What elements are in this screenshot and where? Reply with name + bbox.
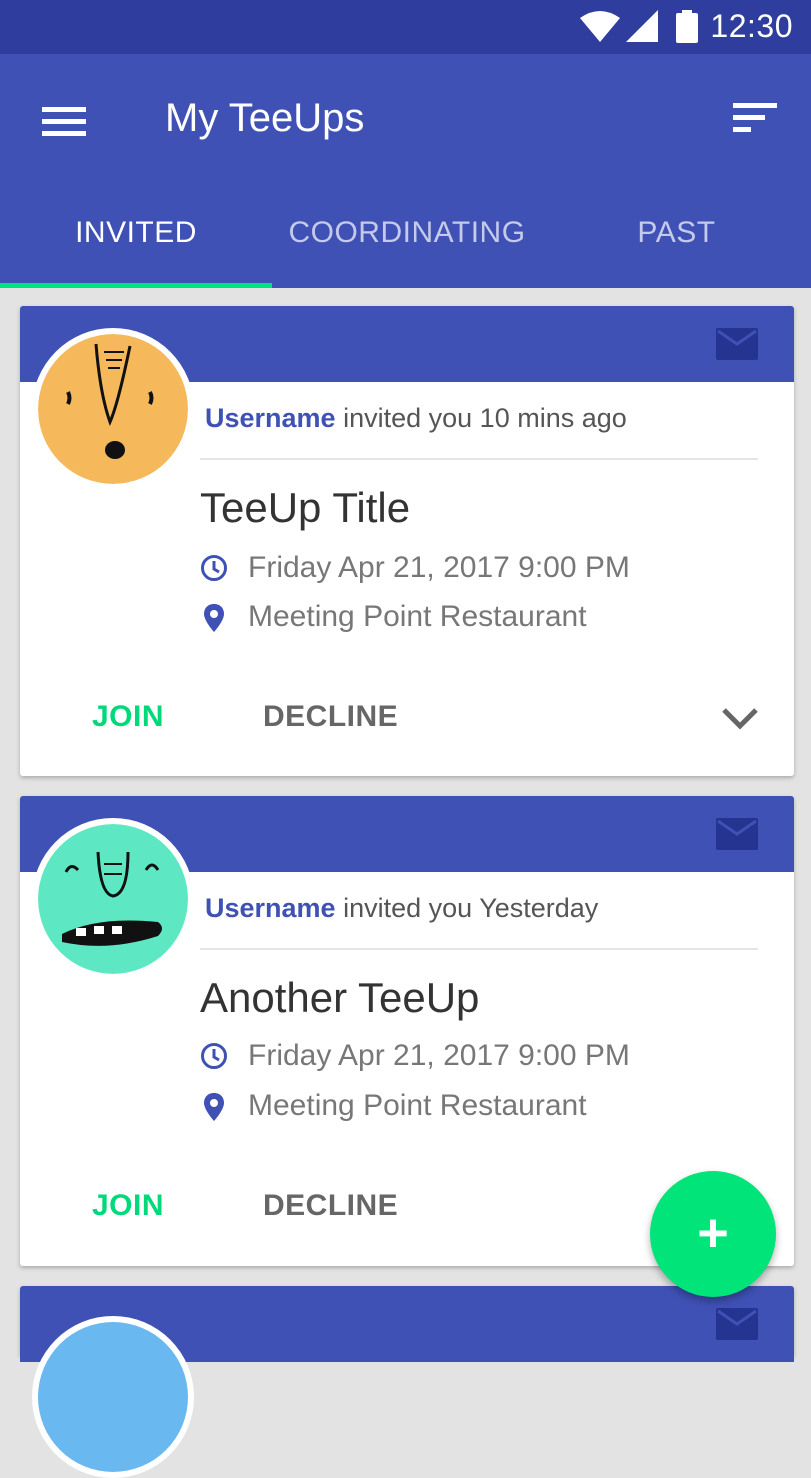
mail-icon[interactable] [716, 328, 758, 360]
tab-coordinating[interactable]: COORDINATING [272, 190, 542, 284]
teeup-card[interactable]: Username invited you 10 mins ago TeeUp T… [20, 306, 794, 776]
teeup-datetime: Friday Apr 21, 2017 9:00 PM [248, 551, 630, 584]
avatar[interactable] [32, 328, 194, 490]
tab-past[interactable]: PAST [542, 190, 811, 284]
divider [200, 458, 758, 460]
teeup-title: TeeUp Title [200, 484, 411, 531]
decline-button[interactable]: DECLINE [263, 700, 398, 734]
join-button[interactable]: JOIN [92, 1189, 164, 1223]
plus-icon: + [697, 1203, 729, 1263]
avatar-image [38, 334, 188, 484]
mail-icon[interactable] [716, 818, 758, 850]
location-pin-icon [204, 604, 224, 632]
sort-icon[interactable] [733, 101, 777, 137]
clock-icon [201, 555, 227, 581]
status-time: 12:30 [710, 8, 793, 44]
invite-line: Username invited you Yesterday [205, 893, 598, 924]
status-bar: 12:30 [0, 0, 811, 54]
join-button[interactable]: JOIN [92, 700, 164, 734]
avatar[interactable] [32, 1316, 194, 1478]
username-link[interactable]: Username [205, 893, 336, 923]
clock-icon [201, 1043, 227, 1069]
tab-indicator [0, 283, 272, 288]
app-bar: My TeeUps [0, 54, 811, 190]
teeup-datetime: Friday Apr 21, 2017 9:00 PM [248, 1039, 630, 1072]
cell-signal-icon [626, 10, 658, 42]
avatar-image [38, 824, 188, 974]
battery-icon [676, 10, 698, 43]
invite-text: invited you Yesterday [343, 893, 599, 923]
teeup-title: Another TeeUp [200, 974, 480, 1021]
teeup-location: Meeting Point Restaurant [248, 600, 587, 633]
username-link[interactable]: Username [205, 403, 336, 433]
invite-text: invited you 10 mins ago [343, 403, 627, 433]
decline-button[interactable]: DECLINE [263, 1189, 398, 1223]
tab-bar: INVITED COORDINATING PAST [0, 190, 811, 288]
add-teeup-button[interactable]: + [650, 1171, 776, 1297]
wifi-icon [580, 11, 620, 42]
divider [200, 948, 758, 950]
avatar[interactable] [32, 818, 194, 980]
invite-line: Username invited you 10 mins ago [205, 403, 627, 434]
avatar-image [38, 1322, 188, 1472]
menu-icon[interactable] [42, 104, 86, 140]
teeup-location: Meeting Point Restaurant [248, 1089, 587, 1122]
location-pin-icon [204, 1093, 224, 1121]
chevron-down-icon[interactable] [720, 704, 760, 732]
page-title: My TeeUps [165, 96, 365, 140]
mail-icon[interactable] [716, 1308, 758, 1340]
tab-invited[interactable]: INVITED [0, 190, 272, 284]
